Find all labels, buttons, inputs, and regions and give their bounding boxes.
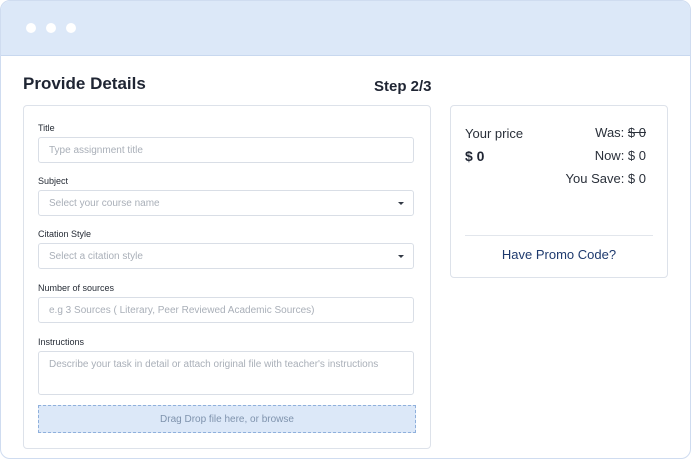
price-summary-card: Your price $ 0 Was: $ 0 Now: $ 0 You Sav… — [450, 105, 668, 278]
caret-down-icon[interactable] — [398, 202, 404, 205]
window-control-dot[interactable] — [66, 23, 76, 33]
app-window: Provide Details Step 2/3 Title Type assi… — [0, 0, 691, 459]
subject-placeholder: Select your course name — [49, 198, 160, 209]
title-input[interactable]: Type assignment title — [38, 137, 414, 163]
was-label: Was: — [595, 125, 625, 140]
instructions-textarea[interactable]: Describe your task in detail or attach o… — [38, 351, 414, 395]
title-label: Title — [38, 123, 55, 133]
window-control-dot[interactable] — [46, 23, 56, 33]
step-indicator: Step 2/3 — [374, 78, 432, 95]
instructions-label: Instructions — [38, 337, 85, 347]
promo-code-link[interactable]: Have Promo Code? — [451, 247, 667, 262]
caret-down-icon[interactable] — [398, 255, 404, 258]
window-control-dot[interactable] — [26, 23, 36, 33]
instructions-placeholder: Describe your task in detail or attach o… — [49, 359, 379, 370]
divider — [465, 235, 653, 236]
was-value: $ 0 — [627, 125, 646, 140]
title-placeholder: Type assignment title — [49, 145, 143, 156]
was-price: Was: $ 0 — [595, 125, 646, 140]
your-price-label: Your price — [465, 126, 524, 141]
you-save: You Save: $ 0 — [565, 171, 646, 186]
now-price: Now: $ 0 — [594, 148, 646, 163]
file-dropzone[interactable]: Drag Drop file here, or browse — [38, 405, 416, 433]
sources-input[interactable]: e.g 3 Sources ( Literary, Peer Reviewed … — [38, 297, 414, 323]
citation-style-label: Citation Style — [38, 229, 92, 239]
subject-select[interactable]: Select your course name — [38, 190, 414, 216]
details-form: Title Type assignment title Subject Sele… — [23, 105, 431, 449]
page-title: Provide Details — [23, 74, 146, 93]
sources-placeholder: e.g 3 Sources ( Literary, Peer Reviewed … — [49, 305, 315, 316]
dropzone-text: Drag Drop file here, or browse — [160, 414, 294, 425]
sources-label: Number of sources — [38, 283, 115, 293]
window-titlebar — [1, 1, 690, 56]
price-amount: $ 0 — [465, 148, 485, 164]
subject-label: Subject — [38, 176, 69, 186]
citation-style-select[interactable]: Select a citation style — [38, 243, 414, 269]
citation-style-placeholder: Select a citation style — [49, 251, 143, 262]
